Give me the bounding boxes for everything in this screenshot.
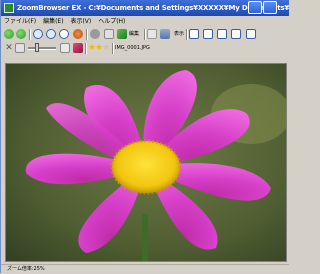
- close-icon[interactable]: ✕: [4, 43, 14, 53]
- filmstrip-view-icon[interactable]: [246, 29, 256, 39]
- edit-icon[interactable]: [117, 29, 127, 39]
- star-rating[interactable]: ★★★: [88, 42, 110, 55]
- flower-stem: [142, 214, 148, 261]
- view-label[interactable]: 表示: [174, 28, 184, 41]
- toolbar-separator: [112, 43, 114, 54]
- zoom-out-icon[interactable]: [46, 29, 56, 39]
- single-view-icon[interactable]: [189, 29, 199, 39]
- grid-view-icon[interactable]: [231, 29, 241, 39]
- cosmos-flower-photo: [6, 64, 286, 261]
- toolbar-separator: [86, 29, 88, 40]
- toolbar-separator: [29, 29, 31, 40]
- title-bar[interactable]: ZoomBrowser EX - C:¥Documents and Settin…: [1, 0, 289, 16]
- menu-edit[interactable]: 編集(E): [43, 18, 63, 25]
- quad-view-icon[interactable]: [217, 29, 227, 39]
- export-icon[interactable]: [104, 29, 114, 39]
- dual-view-icon[interactable]: [203, 29, 213, 39]
- status-text: ズーム倍率:25%: [7, 266, 45, 272]
- print-icon[interactable]: [147, 29, 157, 39]
- app-icon: [4, 3, 14, 13]
- settings-icon[interactable]: [90, 29, 100, 39]
- zoom-box-icon[interactable]: [60, 43, 70, 53]
- main-toolbar: 編集 表示: [3, 28, 287, 41]
- fit-window-icon[interactable]: [15, 43, 25, 53]
- maximize-button[interactable]: [263, 1, 277, 14]
- back-icon[interactable]: [4, 29, 14, 39]
- protect-icon[interactable]: [73, 43, 83, 53]
- zoom-slider-thumb[interactable]: [35, 43, 39, 52]
- toolbar-separator: [144, 29, 146, 40]
- star-icon[interactable]: ★: [102, 43, 110, 53]
- image-toolbar: ✕ ★★★ IMG_0001.JPG: [3, 42, 287, 55]
- zoom-slider[interactable]: [28, 43, 56, 52]
- menu-file[interactable]: ファイル(F): [4, 18, 36, 25]
- edit-label[interactable]: 編集: [129, 28, 139, 41]
- forward-icon[interactable]: [16, 29, 26, 39]
- menu-view[interactable]: 表示(V): [70, 18, 91, 25]
- rotate-icon[interactable]: [73, 29, 83, 39]
- image-filename: IMG_0001.JPG: [115, 45, 150, 51]
- status-bar: ズーム倍率:25%: [1, 264, 289, 273]
- app-window: ZoomBrowser EX - C:¥Documents and Settin…: [0, 0, 289, 273]
- menu-help[interactable]: ヘルプ(H): [98, 18, 125, 25]
- toolbar-separator: [186, 29, 188, 40]
- zoom-fit-icon[interactable]: [59, 29, 69, 39]
- minimize-button[interactable]: [248, 1, 262, 14]
- zoom-in-icon[interactable]: [33, 29, 43, 39]
- image-viewport[interactable]: [5, 63, 287, 262]
- toolbar-separator: [85, 43, 87, 54]
- menu-bar: ファイル(F) 編集(E) 表示(V) ヘルプ(H): [1, 16, 289, 27]
- slideshow-icon[interactable]: [160, 29, 170, 39]
